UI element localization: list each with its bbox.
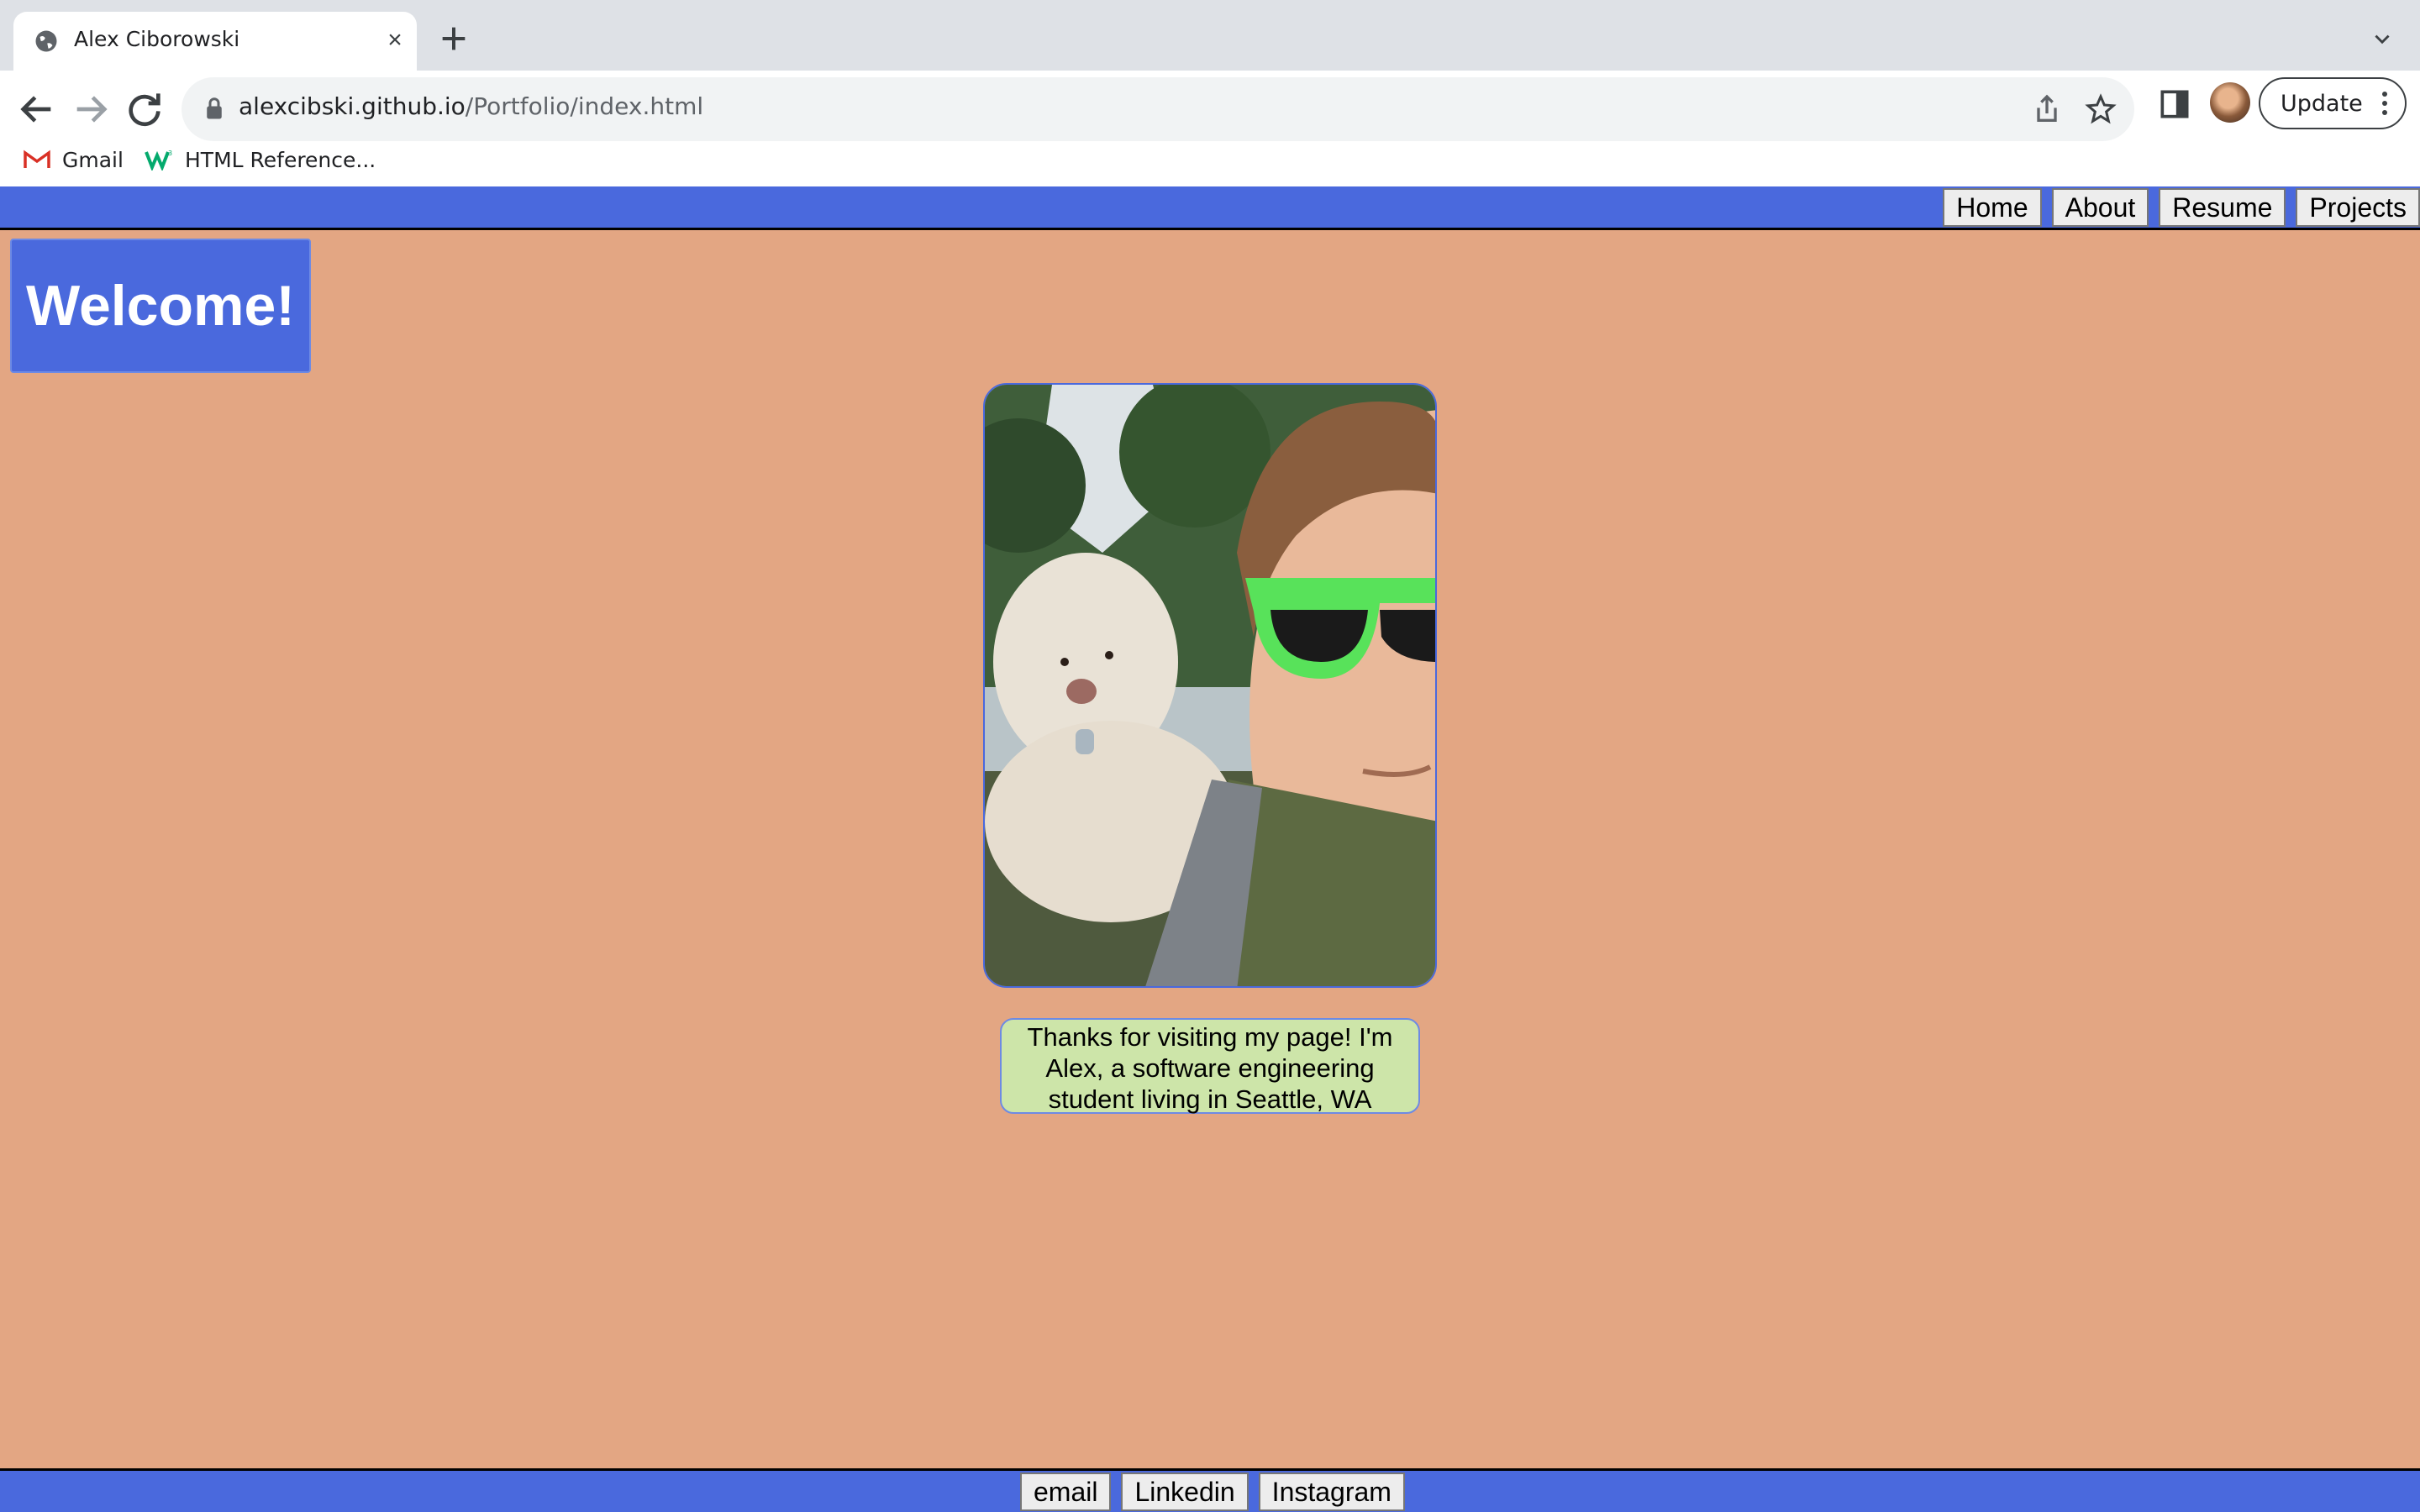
- welcome-heading: Welcome!: [10, 239, 311, 373]
- url-path: /Portfolio/index.html: [465, 92, 704, 120]
- intro-line: Alex, a software engineering: [1045, 1053, 1375, 1083]
- share-icon[interactable]: [2030, 92, 2064, 126]
- side-panel-icon[interactable]: [2156, 86, 2193, 123]
- forward-arrow-icon[interactable]: [67, 86, 114, 133]
- update-button[interactable]: Update: [2259, 77, 2407, 129]
- linkedin-button[interactable]: Linkedin: [1121, 1473, 1249, 1511]
- email-button[interactable]: email: [1020, 1473, 1112, 1511]
- profile-avatar[interactable]: [2210, 82, 2250, 123]
- lock-icon[interactable]: [203, 96, 225, 121]
- url-text[interactable]: alexcibski.github.io/Portfolio/index.htm…: [239, 92, 703, 120]
- nav-links: Home About Resume Projects: [1943, 188, 2420, 227]
- url-host: alexcibski.github.io: [239, 92, 466, 120]
- nav-about-button[interactable]: About: [2051, 188, 2149, 227]
- new-tab-icon[interactable]: [437, 22, 471, 55]
- w3-icon: 3: [145, 150, 172, 171]
- top-nav-bar: Home About Resume Projects: [0, 186, 2420, 230]
- chevron-down-icon[interactable]: [2371, 29, 2393, 50]
- back-arrow-icon[interactable]: [13, 86, 60, 133]
- bookmark-gmail[interactable]: Gmail: [24, 143, 124, 176]
- page-content: Home About Resume Projects Welcome! Than…: [0, 186, 2420, 1512]
- reload-icon[interactable]: [121, 86, 168, 133]
- bookmark-star-icon[interactable]: [2084, 92, 2118, 126]
- nav-resume-button[interactable]: Resume: [2159, 188, 2286, 227]
- profile-photo: [983, 383, 1437, 988]
- more-menu-icon[interactable]: [2381, 91, 2388, 116]
- footer-links: email Linkedin Instagram: [1020, 1473, 1405, 1511]
- update-label: Update: [2281, 91, 2363, 117]
- intro-line: student living in Seattle, WA: [1048, 1084, 1372, 1114]
- nav-projects-button[interactable]: Projects: [2296, 188, 2420, 227]
- intro-text-box: Thanks for visiting my page! I'm Alex, a…: [1000, 1018, 1420, 1114]
- close-tab-icon[interactable]: ×: [380, 25, 410, 55]
- active-tab[interactable]: Alex Ciborowski ×: [13, 12, 417, 71]
- intro-line: Thanks for visiting my page! I'm: [1027, 1022, 1393, 1052]
- globe-icon: [35, 30, 57, 52]
- gmail-icon: [24, 150, 50, 168]
- bookmark-html-reference[interactable]: 3 HTML Reference...: [145, 143, 376, 176]
- bookmark-label: Gmail: [62, 147, 124, 172]
- instagram-button[interactable]: Instagram: [1258, 1473, 1405, 1511]
- svg-text:3: 3: [168, 150, 172, 157]
- address-bar[interactable]: alexcibski.github.io/Portfolio/index.htm…: [182, 77, 2134, 141]
- nav-home-button[interactable]: Home: [1943, 188, 2042, 227]
- browser-toolbar: alexcibski.github.io/Portfolio/index.htm…: [0, 71, 2420, 202]
- bookmark-label: HTML Reference...: [185, 147, 376, 172]
- tab-title: Alex Ciborowski: [74, 27, 240, 51]
- footer-bar: email Linkedin Instagram: [0, 1468, 2420, 1512]
- photo-illustration: [985, 385, 1435, 986]
- tab-strip: Alex Ciborowski ×: [0, 0, 2420, 71]
